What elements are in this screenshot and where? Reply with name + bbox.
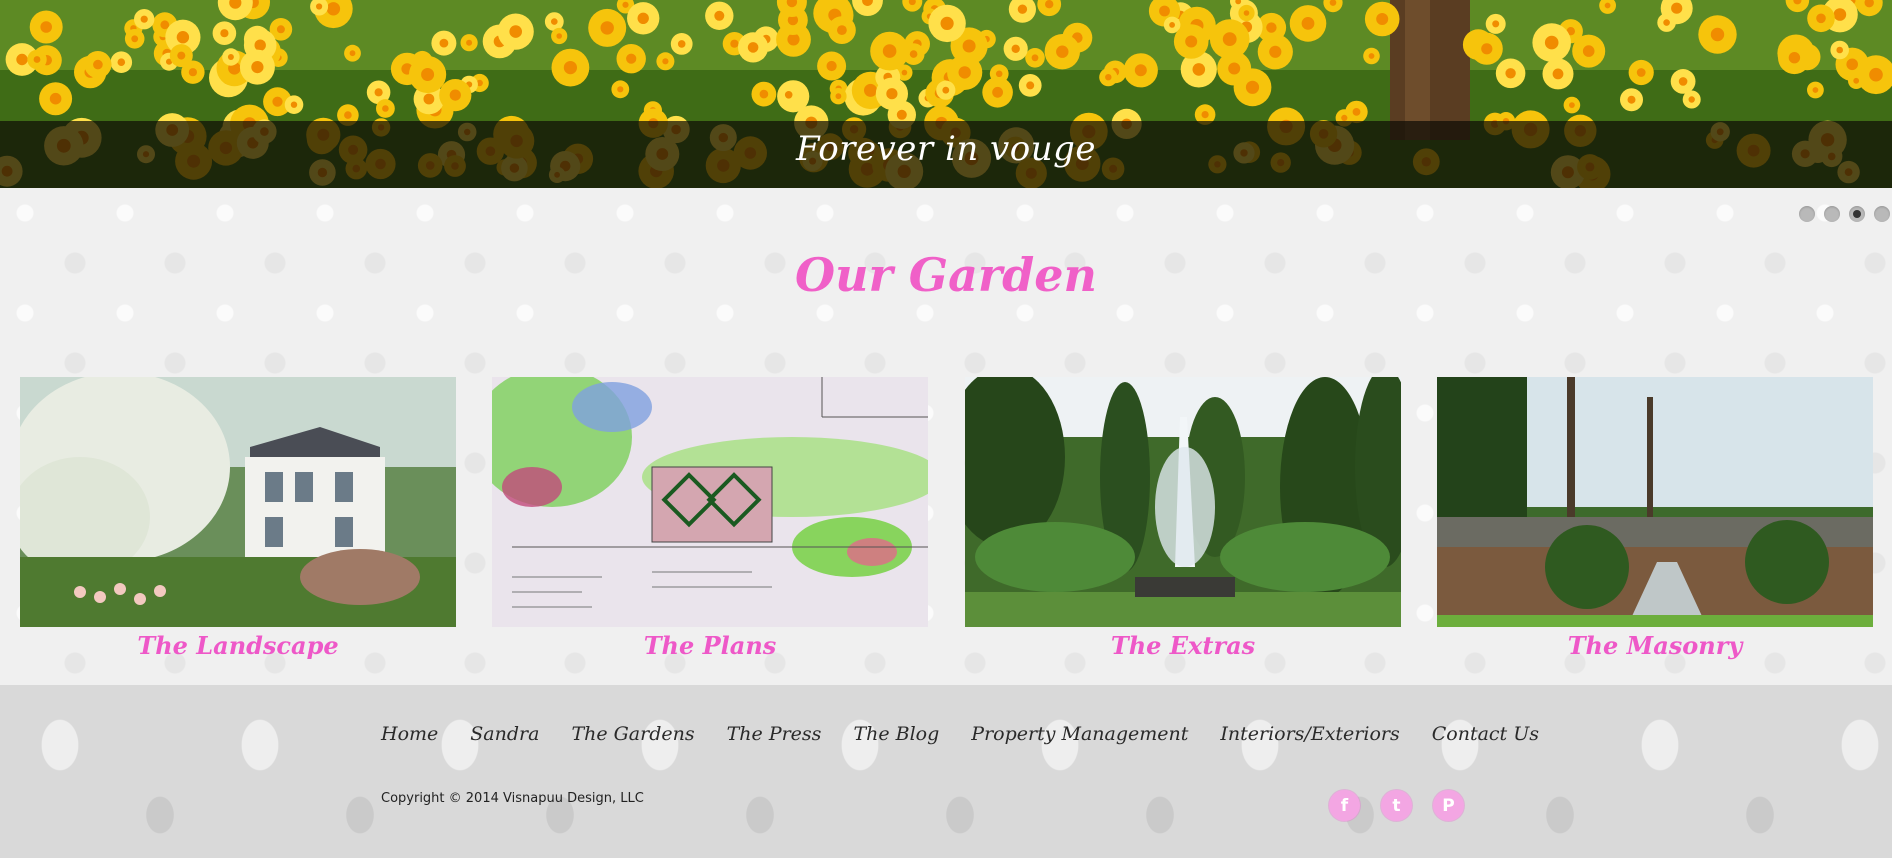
slider-dot-4[interactable]	[1874, 206, 1890, 222]
slider-dot-1[interactable]	[1799, 206, 1815, 222]
gallery-caption[interactable]: The Landscape	[20, 631, 456, 660]
nav-the-gardens[interactable]: The Gardens	[571, 723, 694, 745]
nav-the-blog[interactable]: The Blog	[853, 723, 939, 745]
gallery-card-extras[interactable]: The Extras	[965, 377, 1401, 660]
stone-patio-photo[interactable]	[1437, 377, 1873, 627]
copyright-text: Copyright © 2014 Visnapuu Design, LLC	[381, 791, 644, 806]
gallery-card-landscape[interactable]: The Landscape	[20, 377, 456, 660]
house-garden-photo[interactable]	[20, 377, 456, 627]
gallery-card-plans[interactable]: The Plans	[492, 377, 928, 660]
section-title: Our Garden	[795, 248, 1097, 302]
slider-pagination	[1799, 206, 1890, 222]
garden-plan-sketch[interactable]	[492, 377, 928, 627]
gallery-card-masonry[interactable]: The Masonry	[1437, 377, 1873, 660]
nav-the-press[interactable]: The Press	[727, 723, 822, 745]
gallery-caption[interactable]: The Plans	[492, 631, 928, 660]
nav-contact-us[interactable]: Contact Us	[1432, 723, 1539, 745]
fountain-photo[interactable]	[965, 377, 1401, 627]
slider-dot-2[interactable]	[1824, 206, 1840, 222]
pinterest-icon[interactable]: P	[1433, 790, 1464, 821]
gallery-caption[interactable]: The Extras	[965, 631, 1401, 660]
nav-property-management[interactable]: Property Management	[971, 723, 1188, 745]
nav-home[interactable]: Home	[381, 723, 438, 745]
slider-dot-3[interactable]	[1849, 206, 1865, 222]
footer	[0, 685, 1892, 858]
twitter-icon[interactable]: t	[1381, 790, 1412, 821]
hero-caption: Forever in vouge	[795, 129, 1096, 169]
nav-interiors-exteriors[interactable]: Interiors/Exteriors	[1220, 723, 1399, 745]
gallery-caption[interactable]: The Masonry	[1437, 631, 1873, 660]
hero-banner: Forever in vouge	[0, 0, 1892, 188]
social-links: f t P	[1329, 790, 1464, 821]
facebook-icon[interactable]: f	[1329, 790, 1360, 821]
footer-nav: Home Sandra The Gardens The Press The Bl…	[381, 723, 1539, 745]
nav-sandra[interactable]: Sandra	[470, 723, 539, 745]
